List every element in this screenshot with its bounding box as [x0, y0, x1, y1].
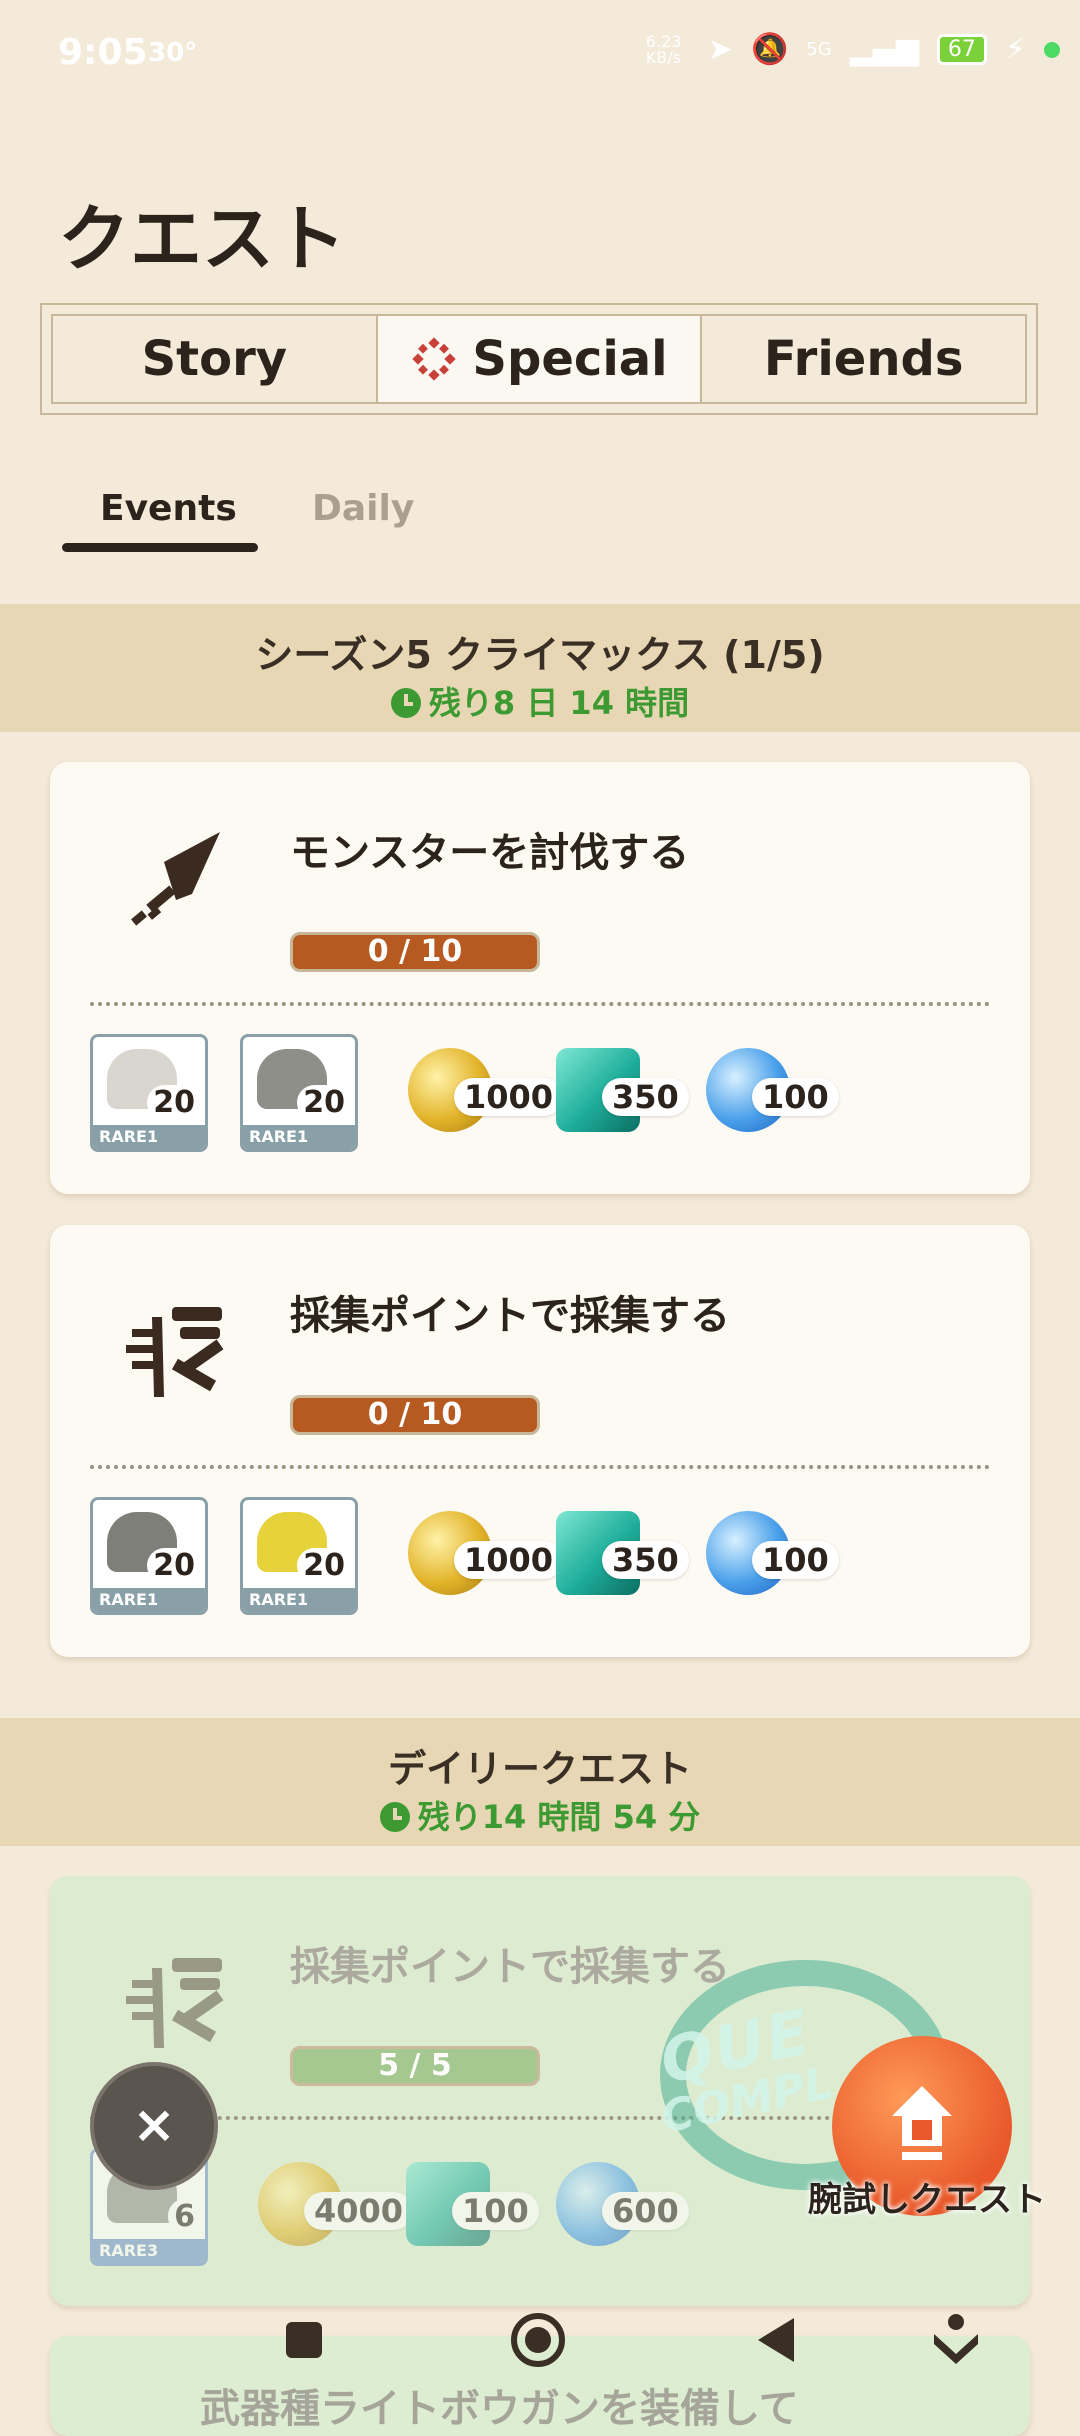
quest-progress-bar: 5 / 5	[290, 2046, 540, 2086]
battery-icon: 67	[936, 34, 987, 65]
quest-progress-bar: 0 / 10	[290, 1395, 540, 1435]
clock-icon	[379, 1802, 410, 1832]
status-time: 9:05	[58, 32, 148, 73]
reward-count: 20	[147, 1548, 201, 1583]
system-nav-bar	[0, 2300, 1080, 2400]
divider	[90, 1465, 990, 1469]
quest-title: モンスターを討伐する	[290, 830, 690, 876]
subtab-events[interactable]: Events	[100, 488, 237, 529]
status-bar: 9:05 30° 6.23 KB/s ➤ 🔕 5G ▂▄▆ 67 ⚡	[0, 0, 1080, 110]
status-temperature: 30°	[148, 38, 198, 68]
privacy-dot-icon	[1044, 41, 1060, 58]
reward-list: 20 RARE1 20 RARE1 1000 350 100	[90, 1497, 990, 1619]
quest-type-tabs: Story Special Friends	[40, 303, 1038, 415]
quest-card[interactable]: モンスターを討伐する 0 / 10 20 RARE1 20 RARE1 1000…	[50, 762, 1030, 1194]
reward-count: 20	[297, 1548, 351, 1583]
gather-tools-icon	[126, 1307, 224, 1397]
sword-icon	[131, 832, 220, 926]
rarity-label: RARE1	[243, 1588, 355, 1612]
rarity-label: RARE3	[93, 2239, 205, 2263]
reward-amount: 100	[452, 2192, 539, 2230]
notification-shade-icon[interactable]	[926, 2310, 986, 2370]
quest-card[interactable]: 採集ポイントで採集する 0 / 10 20 RARE1 20 RARE1 100…	[50, 1225, 1030, 1657]
quest-title: 採集ポイントで採集する	[290, 1293, 730, 1339]
reward-amount: 1000	[454, 1078, 564, 1116]
signal-label: 5G	[806, 39, 832, 60]
trial-quest-label: 腕試しクエスト	[808, 2180, 1046, 2220]
reward-item[interactable]: 20 RARE1	[240, 1497, 358, 1615]
location-icon: ➤	[707, 32, 733, 67]
status-icons: 6.23 KB/s ➤ 🔕 5G ▂▄▆ 67 ⚡	[646, 32, 1060, 67]
reward-count: 20	[147, 1085, 201, 1120]
reward-amount: 350	[602, 1078, 689, 1116]
section-header-season: シーズン5 クライマックス (1/5) 残り8 日 14 時間	[0, 604, 1080, 732]
signal-icon: ▂▄▆	[849, 32, 919, 67]
reward-amount: 350	[602, 1541, 689, 1579]
reward-amount: 100	[752, 1078, 839, 1116]
rarity-label: RARE1	[93, 1125, 205, 1149]
tab-label: Friends	[763, 331, 964, 387]
tab-label: Story	[141, 331, 288, 387]
quest-progress-bar: 0 / 10	[290, 932, 540, 972]
section-header-daily: デイリークエスト 残り14 時間 54 分	[0, 1718, 1080, 1846]
mute-icon: 🔕	[750, 32, 789, 67]
section-time-left: 残り14 時間 54 分	[0, 1792, 1080, 1838]
page-title: クエスト	[58, 197, 347, 281]
divider	[90, 1002, 990, 1006]
back-icon[interactable]	[746, 2310, 806, 2370]
reward-count: 20	[297, 1085, 351, 1120]
reward-amount: 1000	[454, 1541, 564, 1579]
charging-icon: ⚡	[1004, 32, 1026, 67]
subtab-active-indicator	[62, 543, 258, 552]
reward-item[interactable]: 20 RARE1	[90, 1034, 208, 1152]
home-icon[interactable]	[508, 2310, 568, 2370]
reward-amount: 4000	[304, 2192, 414, 2230]
reward-item[interactable]: 20 RARE1	[240, 1034, 358, 1152]
reward-item[interactable]: 20 RARE1	[90, 1497, 208, 1615]
close-button[interactable]: ×	[90, 2062, 218, 2190]
reward-amount: 100	[752, 1541, 839, 1579]
rarity-label: RARE1	[93, 1588, 205, 1612]
time-left-text: 残り8 日 14 時間	[428, 684, 690, 722]
tab-label: Special	[472, 331, 668, 387]
recents-icon[interactable]	[274, 2310, 334, 2370]
special-emblem-icon	[412, 337, 457, 381]
net-speed: 6.23 KB/s	[645, 31, 682, 67]
rarity-label: RARE1	[243, 1125, 355, 1149]
reward-amount: 600	[602, 2192, 689, 2230]
tab-special[interactable]: Special	[375, 316, 703, 402]
section-time-left: 残り8 日 14 時間	[0, 678, 1080, 724]
section-title: デイリークエスト	[387, 1747, 692, 1791]
tab-story[interactable]: Story	[53, 316, 376, 402]
reward-list: 20 RARE1 20 RARE1 1000 350 100	[90, 1034, 990, 1156]
tab-friends[interactable]: Friends	[702, 316, 1025, 402]
gather-tools-icon	[126, 1958, 224, 2048]
quest-title: 採集ポイントで採集する	[290, 1944, 730, 1990]
section-title: シーズン5 クライマックス (1/5)	[255, 633, 825, 677]
clock-icon	[390, 688, 421, 718]
reward-count: 6	[168, 2199, 201, 2234]
subtab-daily[interactable]: Daily	[312, 488, 414, 529]
time-left-text: 残り14 時間 54 分	[417, 1798, 701, 1836]
